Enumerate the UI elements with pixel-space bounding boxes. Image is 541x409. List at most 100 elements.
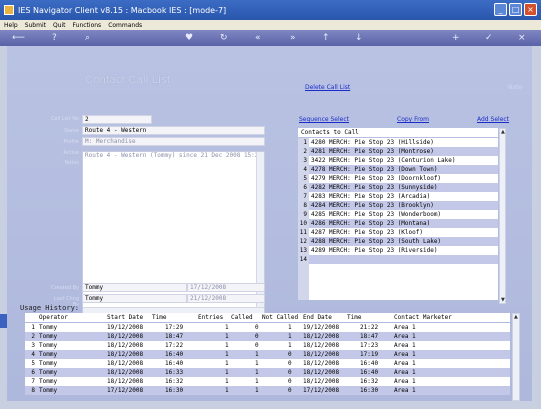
list-item[interactable]: 4 4278 MERCH: Pie Stop 23 (Down Town)	[298, 165, 498, 174]
menu-submit[interactable]: Submit	[25, 22, 46, 29]
not-called-cell: 0	[288, 378, 292, 385]
fast-forward-icon[interactable]: »	[290, 33, 296, 43]
marketer-cell: Area 1	[394, 342, 416, 349]
help-icon[interactable]: ?	[52, 33, 57, 43]
list-item[interactable]: 5 4279 MERCH: Pie Stop 23 (Doornkloof)	[298, 174, 498, 183]
up-icon[interactable]: ↑	[322, 33, 330, 43]
start-time-cell: 16:40	[165, 351, 184, 358]
start-time-cell: 16:40	[165, 360, 184, 367]
scroll-down-icon[interactable]: ▼	[501, 297, 505, 303]
start-time-cell: 16:30	[165, 387, 184, 394]
table-row[interactable]: 1 Tommy 19/12/2008 17:29 1 0 1 19/12/2008 21:22 A…	[25, 323, 510, 332]
table-row[interactable]: 5 Tommy 18/12/2008 16:40 1 1 0 18/12/2008 16:40 A…	[25, 359, 510, 368]
called-cell: 1	[255, 351, 259, 358]
close-icon[interactable]: ×	[518, 33, 526, 43]
search-icon[interactable]: ⌕	[85, 33, 90, 43]
profile-field[interactable]: M: Merchandise	[82, 137, 265, 146]
list-item[interactable]: 9 4285 MERCH: Pie Stop 23 (Wonderboom)	[298, 210, 498, 219]
check-icon[interactable]: ✓	[485, 33, 493, 43]
table-row[interactable]: 7 Tommy 18/12/2008 16:32 1 1 0 18/12/2008 16:32 A…	[25, 377, 510, 386]
close-button[interactable]: ×	[524, 3, 537, 16]
end-time-cell: 21:22	[360, 324, 379, 331]
end-time-cell: 16:32	[360, 378, 379, 385]
list-item[interactable]: 1 4280 MERCH: Pie Stop 23 (Hillside)	[298, 138, 498, 147]
scroll-up-icon[interactable]: ▲	[514, 314, 518, 320]
marketer-cell: Area 1	[394, 351, 416, 358]
col-time: Time	[152, 314, 167, 321]
start-date-cell: 19/12/2008	[107, 324, 144, 331]
list-item[interactable]: 12 4288 MERCH: Pie Stop 23 (South Lake)	[298, 237, 498, 246]
call-list-no-field[interactable]: 2	[82, 115, 152, 124]
list-item[interactable]: 10 4286 MERCH: Pie Stop 23 (Montana)	[298, 219, 498, 228]
list-item[interactable]: 11 4287 MERCH: Pie Stop 23 (Kloof)	[298, 228, 498, 237]
menu-commands[interactable]: Commands	[108, 22, 142, 29]
table-row[interactable]: 3 Tommy 18/12/2008 17:22 1 0 1 18/12/2008 17:23 A…	[25, 341, 510, 350]
row-number: 7	[31, 378, 35, 385]
col-called: Called	[231, 314, 253, 321]
end-date-cell: 18/12/2008	[303, 360, 340, 367]
created-by-label: Created By	[51, 285, 79, 291]
list-item[interactable]	[298, 291, 498, 300]
add-select-link[interactable]: Add Select	[477, 116, 509, 123]
contacts-scrollbar[interactable]: ▲ ▼	[499, 128, 506, 304]
refresh-icon[interactable]: ↻	[220, 33, 228, 43]
menu-functions[interactable]: Functions	[73, 22, 102, 29]
table-row[interactable]: 4 Tommy 18/12/2008 16:40 1 1 0 18/12/2008 17:19 A…	[25, 350, 510, 359]
called-cell: 1	[255, 360, 259, 367]
maximize-button[interactable]: □	[509, 3, 522, 16]
end-time-cell: 16:40	[360, 369, 379, 376]
minimize-button[interactable]: _	[494, 3, 507, 16]
row-number: 8	[31, 387, 35, 394]
window-titlebar: IES Navigator Client v8.15 : Macbook IES…	[0, 0, 541, 20]
heart-icon[interactable]: ♥	[185, 33, 193, 43]
entries-cell: 1	[225, 378, 229, 385]
end-time-cell: 16:30	[360, 387, 379, 394]
down-icon[interactable]: ↓	[355, 33, 363, 43]
list-item[interactable]	[298, 273, 498, 282]
note-link[interactable]: Note	[508, 84, 522, 91]
end-date-cell: 18/12/2008	[303, 333, 340, 340]
usage-history-title: Usage History:	[20, 304, 80, 312]
list-item[interactable]: 7 4283 MERCH: Pie Stop 23 (Arcadia)	[298, 192, 498, 201]
not-called-cell: 0	[288, 387, 292, 394]
profile-label: Profile	[63, 139, 79, 145]
delete-call-list-link[interactable]: Delete Call List	[305, 84, 350, 91]
back-icon[interactable]: ⟵	[12, 33, 25, 43]
end-date-cell: 18/12/2008	[303, 351, 340, 358]
end-date-cell: 18/12/2008	[303, 378, 340, 385]
list-item[interactable]: 8 4284 MERCH: Pie Stop 23 (Brooklyn)	[298, 201, 498, 210]
end-date-cell: 17/12/2008	[303, 387, 340, 394]
entries-cell: 1	[225, 324, 229, 331]
rewind-icon[interactable]: «	[255, 33, 261, 43]
marketer-cell: Area 1	[394, 378, 416, 385]
call-list-no-label: Call List No	[50, 116, 79, 122]
not-called-cell: 0	[288, 360, 292, 367]
list-item[interactable]: 2 4281 MERCH: Pie Stop 23 (Montrose)	[298, 147, 498, 156]
menu-quit[interactable]: Quit	[53, 22, 66, 29]
sequence-select-link[interactable]: Sequence Select	[299, 116, 349, 123]
list-item[interactable]	[298, 282, 498, 291]
list-item[interactable]: 14	[298, 255, 498, 264]
name-field[interactable]: Route 4 - Western	[82, 126, 265, 135]
called-cell: 1	[255, 369, 259, 376]
menu-help[interactable]: Help	[4, 22, 18, 29]
table-row[interactable]: 6 Tommy 18/12/2008 16:33 1 1 0 18/12/2008 16:40 A…	[25, 368, 510, 377]
list-item[interactable]: 3 3422 MERCH: Pie Stop 23 (Centurion Lake…	[298, 156, 498, 165]
col-entries: Entries	[198, 314, 224, 321]
usage-scrollbar[interactable]: ▲	[512, 313, 520, 401]
entries-cell: 1	[225, 351, 229, 358]
row-number: 5	[31, 360, 35, 367]
scroll-up-icon[interactable]: ▲	[501, 129, 505, 135]
side-tab[interactable]	[0, 314, 7, 328]
list-item[interactable]	[298, 264, 498, 273]
table-row[interactable]: 2 Tommy 18/12/2008 18:47 1 0 1 18/12/2008 18:47 A…	[25, 332, 510, 341]
end-date-cell: 18/12/2008	[303, 369, 340, 376]
table-row[interactable]: 8 Tommy 17/12/2008 16:30 1 1 0 17/12/2008 16:30 A…	[25, 386, 510, 395]
add-icon[interactable]: +	[452, 33, 460, 43]
list-item[interactable]: 6 4282 MERCH: Pie Stop 23 (Sunnyside)	[298, 183, 498, 192]
col-end-date: End Date	[303, 314, 332, 321]
start-time-cell: 18:47	[165, 333, 184, 340]
list-item[interactable]: 13 4289 MERCH: Pie Stop 23 (Riverside)	[298, 246, 498, 255]
called-cell: 0	[255, 342, 259, 349]
copy-from-link[interactable]: Copy From	[397, 116, 429, 123]
